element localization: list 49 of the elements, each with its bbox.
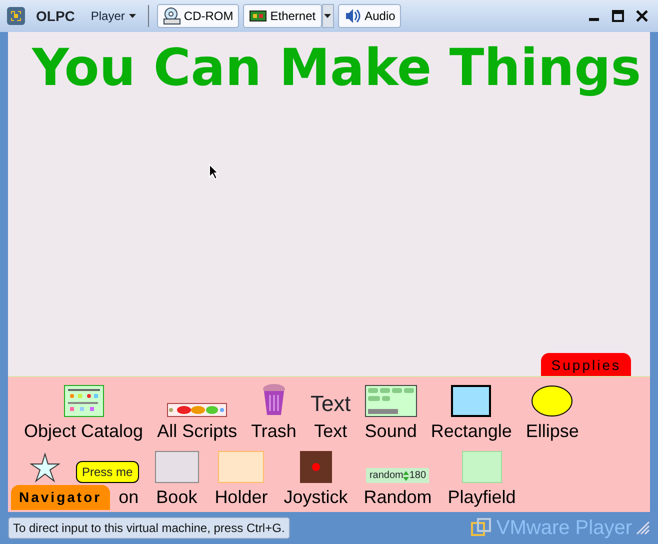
cursor-icon bbox=[209, 164, 219, 180]
text-preview: Text bbox=[310, 391, 351, 417]
vmware-logo-icon bbox=[470, 517, 492, 539]
trash-can-icon bbox=[260, 383, 287, 417]
dropdown-button[interactable] bbox=[322, 4, 334, 28]
audio-button[interactable]: Audio bbox=[338, 4, 402, 28]
scripts-icon bbox=[167, 403, 228, 417]
maximize-icon[interactable] bbox=[611, 9, 625, 23]
rectangle-shape bbox=[451, 385, 492, 417]
status-message: To direct input to this virtual machine, press Ctrl+G. bbox=[8, 517, 290, 539]
resize-grip-icon bbox=[636, 521, 650, 535]
speaker-icon bbox=[344, 7, 362, 25]
app-icon bbox=[6, 6, 26, 26]
random-value: 180 bbox=[409, 469, 426, 483]
catalog-icon bbox=[64, 385, 104, 417]
random-label: random bbox=[369, 469, 404, 483]
item-label: Object Catalog bbox=[24, 421, 144, 441]
app-name: OLPC bbox=[36, 6, 75, 26]
item-label: All Scripts bbox=[157, 421, 238, 441]
item-label: Joystick bbox=[284, 487, 348, 507]
menu-button[interactable]: Player bbox=[86, 7, 140, 25]
joystick-icon bbox=[300, 451, 332, 483]
disk-icon bbox=[162, 7, 181, 25]
item-label: on bbox=[118, 487, 139, 507]
item-label: Book bbox=[156, 487, 198, 507]
supplies-tab[interactable]: Supplies bbox=[541, 353, 631, 378]
network-button[interactable]: Ethernet bbox=[243, 4, 322, 28]
item-label: Text bbox=[314, 421, 348, 441]
close-icon[interactable] bbox=[635, 9, 649, 23]
item-label: Rectangle bbox=[430, 421, 512, 441]
holder-shape bbox=[218, 451, 264, 483]
item-label: Trash bbox=[251, 421, 296, 441]
button-preview[interactable]: Press me bbox=[76, 461, 139, 483]
ellipse-shape bbox=[531, 385, 574, 417]
heading: You Can Make Things bbox=[32, 38, 642, 100]
book-shape bbox=[154, 451, 199, 483]
disk-button[interactable]: CD-ROM bbox=[156, 4, 240, 28]
sound-icon bbox=[364, 385, 417, 417]
caret-icon bbox=[128, 14, 136, 18]
item-label: Holder bbox=[214, 487, 268, 507]
item-label: Ellipse bbox=[526, 421, 579, 441]
playfield-shape bbox=[462, 451, 502, 483]
item-label: Random bbox=[364, 487, 432, 507]
caret-icon bbox=[324, 14, 332, 18]
navigator-tab[interactable]: Navigator bbox=[11, 485, 110, 510]
item-label: Sound bbox=[364, 421, 417, 441]
item-label: Playfield bbox=[448, 487, 516, 507]
arrows-icon bbox=[403, 470, 410, 480]
star-icon bbox=[30, 453, 60, 483]
